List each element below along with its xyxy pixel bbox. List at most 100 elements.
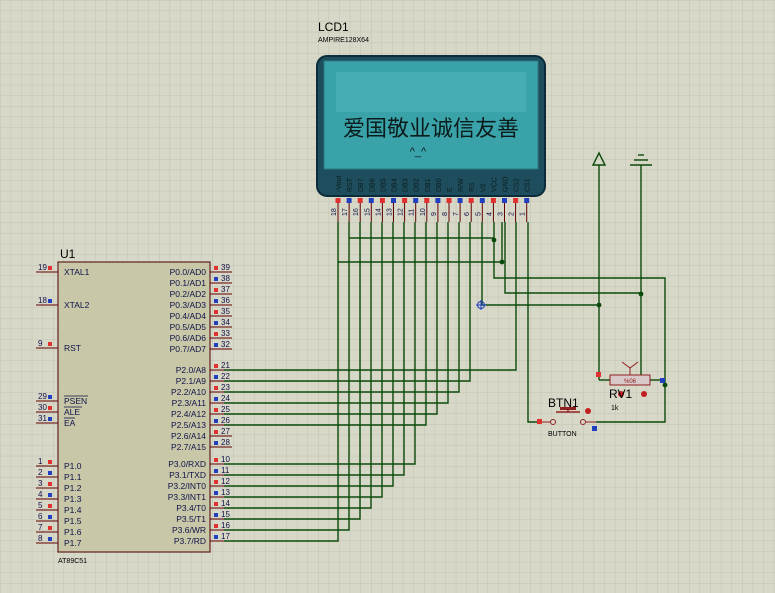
mcu-pin-number: 31 <box>38 414 47 423</box>
lcd-pin-label: DB7 <box>358 178 365 192</box>
pot-value: 1k <box>611 405 619 412</box>
mcu-pin-label: P3.1/TXD <box>169 470 206 480</box>
lcd-text: 爱国敬业诚信友善 <box>343 116 519 141</box>
mcu-pin-terminal <box>48 299 52 303</box>
mcu-pin-terminal <box>214 458 218 462</box>
mcu-pin-terminal <box>214 397 218 401</box>
lcd-pin-number: 9 <box>431 212 438 216</box>
mcu-pin-label: P1.4 <box>64 505 82 515</box>
mcu-pin-number: 7 <box>38 523 43 532</box>
lcd-pin-number: 7 <box>453 212 460 216</box>
mcu-pin-label: P0.7/AD7 <box>170 344 207 354</box>
mcu-pin-number: 8 <box>38 534 43 543</box>
mcu-pin-number: 17 <box>221 532 230 541</box>
lcd-pin-label: CS2 <box>514 178 521 192</box>
mcu-pin-label: P1.6 <box>64 527 82 537</box>
mcu-pin-terminal <box>214 502 218 506</box>
mcu-pin-label: P1.0 <box>64 461 82 471</box>
lcd-pin-label: GND <box>503 176 510 192</box>
mcu-pin-terminal <box>214 535 218 539</box>
lcd-pin-label: DB3 <box>403 178 410 192</box>
mcu-pin-label: P0.6/AD6 <box>170 333 207 343</box>
mcu-pin-label: P3.4/T0 <box>176 503 206 513</box>
schematic-canvas[interactable]: LCD1 AMPIRE128X64 爱国敬业诚信友善 ^_^ -Vout18RS… <box>0 0 775 593</box>
mcu-pin-number: 23 <box>221 383 230 392</box>
mcu-pin-label: P0.0/AD0 <box>170 267 207 277</box>
mcu-pin-label: P2.0/A8 <box>176 365 207 375</box>
lcd-pin-number: 15 <box>364 208 371 216</box>
pot-ref: RV1 <box>609 387 632 401</box>
mcu-pin-number: 36 <box>221 296 230 305</box>
lcd-pin-number: 17 <box>342 208 349 216</box>
mcu-pin-terminal <box>48 395 52 399</box>
mcu-pin-label: P2.7/A15 <box>171 442 206 452</box>
mcu-component[interactable]: U1 AT89C51 19 XTAL118 XTAL29 RST29 PSEN30 ALE… <box>36 247 232 565</box>
lcd-pin-terminal <box>413 198 419 203</box>
mcu-pin-number: 11 <box>221 466 230 475</box>
mcu-pin-number: 21 <box>221 361 230 370</box>
mcu-pin-terminal <box>214 310 218 314</box>
mcu-pin-label: RST <box>64 343 81 353</box>
lcd-pin-terminal <box>502 198 507 203</box>
mcu-pin-number: 37 <box>221 285 230 294</box>
mcu-pin-label: EA <box>64 418 76 428</box>
mcu-pin-number: 29 <box>38 392 47 401</box>
mcu-pin-number: 27 <box>221 427 230 436</box>
lcd-pin-label: V0 <box>480 183 487 192</box>
lcd-pin-terminal <box>368 198 374 203</box>
lcd-pin-number: 16 <box>353 208 360 216</box>
mcu-pin-number: 33 <box>221 329 230 338</box>
pot-percent: %06 <box>624 379 637 385</box>
mcu-pin-terminal <box>48 266 52 270</box>
mcu-pin-terminal <box>214 408 218 412</box>
mcu-pin-label: P0.2/AD2 <box>170 289 207 299</box>
mcu-pin-label: P3.6/WR <box>172 525 206 535</box>
mcu-pin-terminal <box>48 342 52 346</box>
mcu-pin-label: P0.5/AD5 <box>170 322 207 332</box>
mcu-pin-label: P2.4/A12 <box>171 409 206 419</box>
mcu-pin-number: 9 <box>38 339 43 348</box>
lcd-pin-terminal <box>391 198 396 203</box>
mcu-pin-terminal <box>214 375 218 379</box>
mcu-pin-terminal <box>214 441 218 445</box>
mcu-pin-number: 12 <box>221 477 230 486</box>
mcu-pin-terminal <box>48 482 52 486</box>
mcu-pin-number: 5 <box>38 501 43 510</box>
mcu-pin-label: P2.6/A14 <box>171 431 206 441</box>
mcu-pin-label: P1.3 <box>64 494 82 504</box>
mcu-pin-terminal <box>214 524 218 528</box>
mcu-pin-label: P3.3/INT1 <box>168 492 207 502</box>
mcu-pin-terminal <box>214 430 218 434</box>
mcu-pin-number: 28 <box>221 438 230 447</box>
mcu-pin-number: 13 <box>221 488 230 497</box>
lcd-pin-number: 2 <box>509 212 516 216</box>
mcu-pin-number: 38 <box>221 274 230 283</box>
mcu-pin-label: P2.1/A9 <box>176 376 207 386</box>
mcu-pin-terminal <box>48 537 52 541</box>
mcu-pin-number: 24 <box>221 394 230 403</box>
mcu-pin-label: P2.3/A11 <box>172 398 207 408</box>
lcd-pin-number: 11 <box>409 209 416 216</box>
lcd-pin-terminal <box>335 198 341 203</box>
lcd-pin-terminal <box>424 198 430 203</box>
mcu-pin-terminal <box>214 469 218 473</box>
lcd-smiley: ^_^ <box>410 146 427 158</box>
mcu-pin-number: 26 <box>221 416 230 425</box>
mcu-pin-terminal <box>214 321 218 325</box>
mcu-pin-number: 4 <box>38 490 43 499</box>
mcu-pin-label: P1.7 <box>64 538 82 548</box>
lcd-pin-number: 5 <box>475 212 482 216</box>
mcu-pin-number: 1 <box>38 457 43 466</box>
mcu-pin-label: XTAL1 <box>64 267 90 277</box>
lcd-pin-label: DB4 <box>392 178 399 192</box>
mcu-pin-number: 6 <box>38 512 43 521</box>
mcu-pin-label: P3.0/RXD <box>168 459 206 469</box>
lcd-pin-number: 4 <box>486 212 493 216</box>
lcd-pin-label: RS <box>469 182 476 192</box>
lcd-pin-number: 3 <box>498 212 505 216</box>
mcu-pin-number: 3 <box>38 479 43 488</box>
lcd-pin-terminal <box>446 198 452 203</box>
lcd-pin-terminal <box>490 198 496 203</box>
lcd-pin-number: 8 <box>442 212 449 216</box>
mcu-pin-label: XTAL2 <box>64 300 90 310</box>
